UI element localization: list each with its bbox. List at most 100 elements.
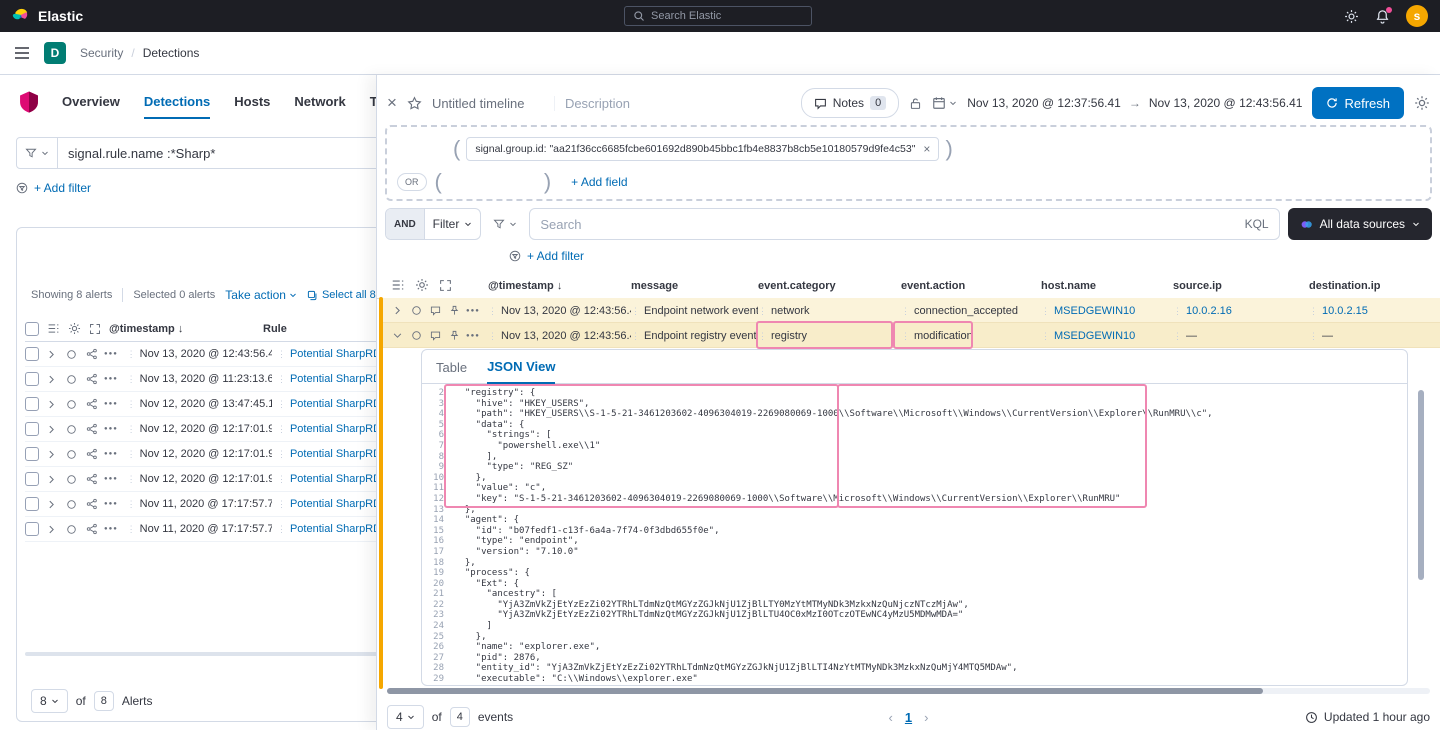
list-icon[interactable] bbox=[391, 278, 405, 292]
collapse-chevron-icon[interactable] bbox=[390, 331, 405, 340]
event-row-expanded[interactable]: ●●● Nov 13, 2020 @ 12:43:56.413 Endpoint… bbox=[382, 323, 1440, 348]
expand-chevron-icon[interactable] bbox=[44, 350, 59, 359]
expand-chevron-icon[interactable] bbox=[44, 525, 59, 534]
expand-chevron-icon[interactable] bbox=[390, 306, 405, 315]
more-actions-icon[interactable]: ●●● bbox=[104, 376, 122, 382]
analyzer-icon[interactable] bbox=[84, 398, 99, 410]
analyzer-icon[interactable] bbox=[84, 523, 99, 535]
event-message[interactable]: Endpoint network event bbox=[631, 305, 758, 317]
analyzer-icon[interactable] bbox=[84, 348, 99, 360]
notifications-bell-icon[interactable] bbox=[1375, 9, 1390, 24]
take-action-button[interactable]: Take action bbox=[225, 288, 297, 302]
alert-timestamp[interactable]: Nov 13, 2020 @ 12:43:56.413 bbox=[127, 348, 272, 360]
rule-column-header[interactable]: Rule bbox=[263, 323, 287, 335]
event-category[interactable]: registry bbox=[758, 330, 901, 342]
horizontal-scrollbar[interactable] bbox=[387, 688, 1430, 694]
pin-icon[interactable] bbox=[64, 349, 79, 360]
elastic-brand[interactable]: Elastic bbox=[12, 7, 83, 25]
more-actions-icon[interactable]: ●●● bbox=[104, 351, 122, 357]
column-event-category[interactable]: event.category bbox=[758, 280, 901, 292]
expand-chevron-icon[interactable] bbox=[44, 375, 59, 384]
pin-icon[interactable] bbox=[64, 399, 79, 410]
alert-row[interactable]: ●●● Nov 11, 2020 @ 17:17:57.749 Potentia… bbox=[25, 517, 376, 542]
timestamp-column-header[interactable]: @timestamp ↓ bbox=[109, 323, 255, 335]
more-actions-icon[interactable]: ●●● bbox=[104, 501, 122, 507]
calendar-icon[interactable] bbox=[932, 96, 957, 110]
alert-rule-link[interactable]: Potential SharpRDP D bbox=[277, 423, 376, 435]
alert-rule-link[interactable]: Potential SharpRDP D bbox=[277, 373, 376, 385]
column-host-name[interactable]: host.name bbox=[1041, 280, 1173, 292]
more-actions-icon[interactable]: ●●● bbox=[104, 451, 122, 457]
tab-table[interactable]: Table bbox=[436, 360, 467, 383]
prev-page-icon[interactable]: ‹ bbox=[889, 710, 893, 725]
row-checkbox[interactable] bbox=[25, 422, 39, 436]
page-number[interactable]: 1 bbox=[905, 710, 912, 725]
alert-row[interactable]: ●●● Nov 12, 2020 @ 12:17:01.934 Potentia… bbox=[25, 417, 376, 442]
alert-timestamp[interactable]: Nov 12, 2020 @ 12:17:01.932 bbox=[127, 473, 272, 485]
fullscreen-icon[interactable] bbox=[439, 278, 452, 292]
alert-rule-link[interactable]: Potential SharpRDP D bbox=[277, 523, 376, 535]
saved-query-menu-button[interactable] bbox=[17, 138, 58, 168]
analyzer-icon[interactable] bbox=[84, 448, 99, 460]
tab-hosts[interactable]: Hosts bbox=[234, 94, 270, 119]
close-icon[interactable]: × bbox=[387, 93, 397, 113]
menu-icon[interactable] bbox=[14, 46, 30, 60]
pin-icon[interactable] bbox=[64, 424, 79, 435]
column-event-action[interactable]: event.action bbox=[901, 280, 1041, 292]
add-filter-link[interactable]: + Add filter bbox=[34, 181, 91, 195]
more-actions-icon[interactable]: ●●● bbox=[104, 476, 122, 482]
star-icon[interactable] bbox=[407, 96, 422, 111]
row-checkbox[interactable] bbox=[25, 497, 39, 511]
pin-icon[interactable] bbox=[409, 330, 424, 341]
event-timestamp[interactable]: Nov 13, 2020 @ 12:43:56.413 bbox=[488, 305, 631, 317]
gear-icon[interactable] bbox=[1414, 95, 1430, 111]
breadcrumb-security[interactable]: Security bbox=[80, 46, 123, 60]
event-category[interactable]: network bbox=[758, 305, 901, 317]
data-provider-operator-select[interactable]: AND Filter bbox=[385, 208, 481, 240]
pin-icon[interactable] bbox=[64, 524, 79, 535]
row-checkbox[interactable] bbox=[25, 372, 39, 386]
pin-event-icon[interactable] bbox=[447, 305, 462, 316]
timeline-title-input[interactable]: Untitled timeline bbox=[432, 96, 544, 111]
gear-icon[interactable] bbox=[68, 322, 81, 335]
alert-row[interactable]: ●●● Nov 12, 2020 @ 12:17:01.932 Potentia… bbox=[25, 467, 376, 492]
more-actions-icon[interactable]: ●●● bbox=[104, 426, 122, 432]
more-actions-icon[interactable]: ●●● bbox=[104, 526, 122, 532]
rows-per-page-select[interactable]: 4 bbox=[387, 705, 424, 729]
saved-query-menu-button[interactable] bbox=[489, 218, 521, 230]
comment-icon[interactable] bbox=[428, 305, 443, 316]
select-all-checkbox[interactable] bbox=[25, 322, 39, 336]
column-message[interactable]: message bbox=[631, 280, 758, 292]
lock-icon[interactable] bbox=[909, 97, 922, 110]
expand-chevron-icon[interactable] bbox=[44, 400, 59, 409]
timeline-description-input[interactable]: Description bbox=[554, 96, 704, 111]
expand-chevron-icon[interactable] bbox=[44, 475, 59, 484]
analyzer-icon[interactable] bbox=[84, 473, 99, 485]
tab-network[interactable]: Network bbox=[294, 94, 345, 119]
alert-timestamp[interactable]: Nov 11, 2020 @ 17:17:57.749 bbox=[127, 523, 272, 535]
vertical-scrollbar-thumb[interactable] bbox=[1418, 390, 1424, 580]
pin-icon[interactable] bbox=[64, 474, 79, 485]
alert-row[interactable]: ●●● Nov 13, 2020 @ 11:23:13.629 Potentia… bbox=[25, 367, 376, 392]
alerts-query-input[interactable]: signal.rule.name :*Sharp* bbox=[58, 146, 225, 161]
add-filter-link[interactable]: + Add filter bbox=[527, 249, 584, 263]
event-action[interactable]: connection_accepted bbox=[901, 305, 1041, 317]
expand-chevron-icon[interactable] bbox=[44, 500, 59, 509]
analyzer-icon[interactable] bbox=[84, 423, 99, 435]
notes-button[interactable]: Notes 0 bbox=[801, 88, 899, 118]
alert-timestamp[interactable]: Nov 11, 2020 @ 17:17:57.750 bbox=[127, 498, 272, 510]
expand-chevron-icon[interactable] bbox=[44, 450, 59, 459]
pin-icon[interactable] bbox=[64, 449, 79, 460]
pin-icon[interactable] bbox=[64, 499, 79, 510]
alert-rule-link[interactable]: Potential SharpRDP D bbox=[277, 498, 376, 510]
group-filter-pill[interactable]: signal.group.id: "aa21f36cc6685fcbe60169… bbox=[466, 137, 939, 161]
more-actions-icon[interactable]: ●●● bbox=[104, 401, 122, 407]
alert-row[interactable]: ●●● Nov 13, 2020 @ 12:43:56.413 Potentia… bbox=[25, 342, 376, 367]
rows-per-page-select[interactable]: 8 bbox=[31, 689, 68, 713]
horizontal-scrollbar-thumb[interactable] bbox=[387, 688, 1263, 694]
event-host-link[interactable]: MSEDGEWIN10 bbox=[1041, 305, 1173, 317]
query-drop-zone[interactable]: ( signal.group.id: "aa21f36cc6685fcbe601… bbox=[385, 125, 1432, 201]
timeline-search-input[interactable]: Search KQL bbox=[529, 208, 1279, 240]
alert-rule-link[interactable]: Potential SharpRDP D bbox=[277, 398, 376, 410]
column-timestamp[interactable]: @timestamp ↓ bbox=[488, 280, 631, 292]
